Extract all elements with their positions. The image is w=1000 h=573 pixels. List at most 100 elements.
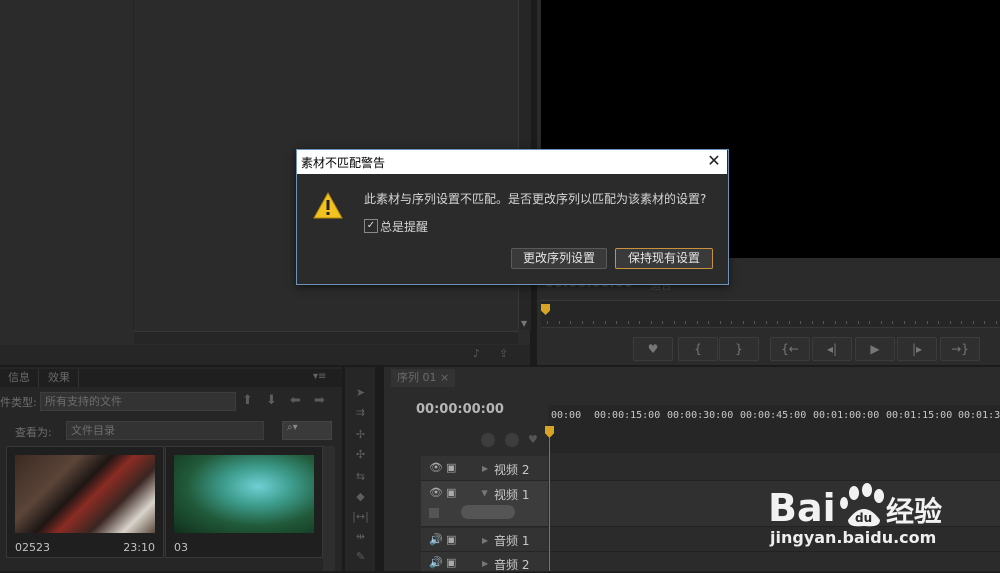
media-thumbnail[interactable]: 03 [165,446,323,558]
view-as-select[interactable]: 文件目录 [66,421,264,440]
rate-stretch-tool-icon[interactable]: ⇆ [352,470,369,484]
film-icon[interactable]: ▣ [446,486,456,499]
arrow-up-icon[interactable]: ⬆ [242,393,253,408]
ruler-tick [673,321,675,324]
ruler-tick [903,321,905,324]
keep-existing-settings-button[interactable]: 保持现有设置 [615,248,713,269]
ruler-tick [593,321,594,324]
panel-menu-icon[interactable]: ▾≡ [313,371,326,382]
arrow-down-icon[interactable]: ⬇ [266,393,277,408]
thumbnail-image-forest [174,455,314,533]
linked-selection-button[interactable] [505,433,519,447]
ripple-edit-tool-icon[interactable]: ✢ [352,428,369,442]
go-to-out-button[interactable]: →} [940,337,980,361]
ruler-tick [731,321,732,324]
dialog-title: 素材不匹配警告 [301,156,386,170]
thumbnail-image-car-stereo [15,455,155,533]
add-marker-button[interactable]: ♥ [633,337,673,361]
scroll-down-arrow-icon[interactable]: ▼ [521,319,527,328]
ruler-tick [639,321,640,324]
watermark-url: jingyan.baidu.com [770,528,937,547]
add-marker-icon[interactable]: ♥ [528,433,538,446]
mark-out-button[interactable]: } [719,337,759,361]
ruler-tick [846,321,847,324]
collapse-triangle-icon[interactable]: ▶ [481,490,490,496]
search-icon: ⌕▾ [287,422,298,433]
film-icon[interactable]: ▣ [446,556,456,569]
always-remind-checkbox[interactable]: ✓ [364,219,378,233]
mark-in-button[interactable]: { [678,337,718,361]
expand-triangle-icon[interactable]: ▶ [482,559,488,568]
ruler-tick [949,321,951,324]
step-back-button[interactable]: ◂| [812,337,852,361]
eye-icon[interactable]: 👁 [429,461,443,474]
ruler-tick [869,321,870,324]
pen-tool-icon[interactable]: ✎ [352,550,369,564]
ruler-tick [926,321,928,324]
track-row-audio-2[interactable] [550,552,1000,572]
ruler-tick [662,321,663,324]
ruler-tick [627,321,629,324]
tab-effects[interactable]: 效果 [40,369,79,387]
tab-info[interactable]: 信息 [0,369,39,387]
ruler-tick [570,321,571,324]
play-icon: ▶ [870,342,880,356]
file-type-select[interactable]: 所有支持的文件 [40,392,236,411]
ruler-label: 00:01:30 [958,410,1000,421]
project-horizontal-scrollbar[interactable] [134,331,518,344]
always-remind-label[interactable]: 总是提醒 [380,218,428,235]
track-header-audio-2[interactable]: 🔊 ▣ ▶ 音频 2 [421,552,548,572]
track-header-video-2[interactable]: 👁 ▣ ▶ 视频 2 [421,456,548,481]
speaker-icon[interactable]: 🔊 [429,556,443,569]
thumbnail-name: 03 [174,541,188,554]
step-back-icon: ◂| [826,342,838,356]
file-type-label: 件类型: [0,396,37,409]
film-icon[interactable]: ▣ [446,533,456,546]
step-forward-button[interactable]: |▸ [897,337,937,361]
go-to-in-button[interactable]: {← [770,337,810,361]
track-name: 视频 1 [494,488,530,502]
track-select-tool-icon[interactable]: ⇉ [352,406,369,420]
close-icon[interactable]: ✕ [706,152,722,170]
ruler-tick [547,321,548,324]
eye-icon[interactable]: 👁 [429,486,443,499]
track-header-video-1[interactable]: 👁 ▣ ▶ 视频 1 [421,481,548,527]
media-vertical-scrollbar[interactable] [323,446,335,571]
marker-icon: ♥ [647,342,659,356]
go-to-out-icon: →} [951,342,969,356]
dialog-message: 此素材与序列设置不匹配。是否更改序列以匹配为该素材的设置? [364,192,707,206]
slide-tool-icon[interactable]: ⇹ [352,530,369,544]
expand-triangle-icon[interactable]: ▶ [482,464,488,473]
film-icon[interactable]: ▣ [446,461,456,474]
rolling-edit-tool-icon[interactable]: ✣ [352,448,369,462]
selection-tool-icon[interactable]: ➤ [352,386,369,400]
snap-button[interactable] [481,433,495,447]
razor-tool-icon[interactable]: ◆ [352,490,369,504]
play-button[interactable]: ▶ [855,337,895,361]
ruler-tick [857,321,859,324]
tab-sequence-01[interactable]: 序列 01 × [391,369,456,387]
program-ruler[interactable] [541,300,1000,328]
svg-text:Bai: Bai [768,486,836,530]
arrow-right-icon[interactable]: ➡ [314,393,325,408]
search-input[interactable]: ⌕▾ [282,421,332,440]
display-style-icon[interactable] [429,508,439,518]
ruler-label: 00:00 [551,410,582,421]
ruler-label: 00:00:30:00 [667,410,734,421]
track-header-audio-1[interactable]: 🔊 ▣ ▶ 音频 1 [421,528,548,552]
ruler-tick [915,321,916,324]
timeline-timecode[interactable]: 00:00:00:00 [416,402,504,417]
speaker-icon[interactable]: 🔊 [429,533,443,546]
media-thumbnail[interactable]: 02523 23:10 [6,446,164,558]
slip-tool-icon[interactable]: |↔| [352,510,369,524]
change-sequence-settings-button[interactable]: 更改序列设置 [511,248,607,269]
track-name: 音频 2 [494,558,530,572]
svg-text:经验: 经验 [886,495,942,528]
ruler-tick [800,321,801,324]
expand-triangle-icon[interactable]: ▶ [482,536,488,545]
step-forward-icon: |▸ [911,342,923,356]
music-note-icon[interactable]: ♪ [473,347,480,360]
keyframe-navigator[interactable] [461,505,515,519]
arrow-left-icon[interactable]: ⬅ [290,393,301,408]
export-frame-icon[interactable]: ⇪ [499,347,508,360]
